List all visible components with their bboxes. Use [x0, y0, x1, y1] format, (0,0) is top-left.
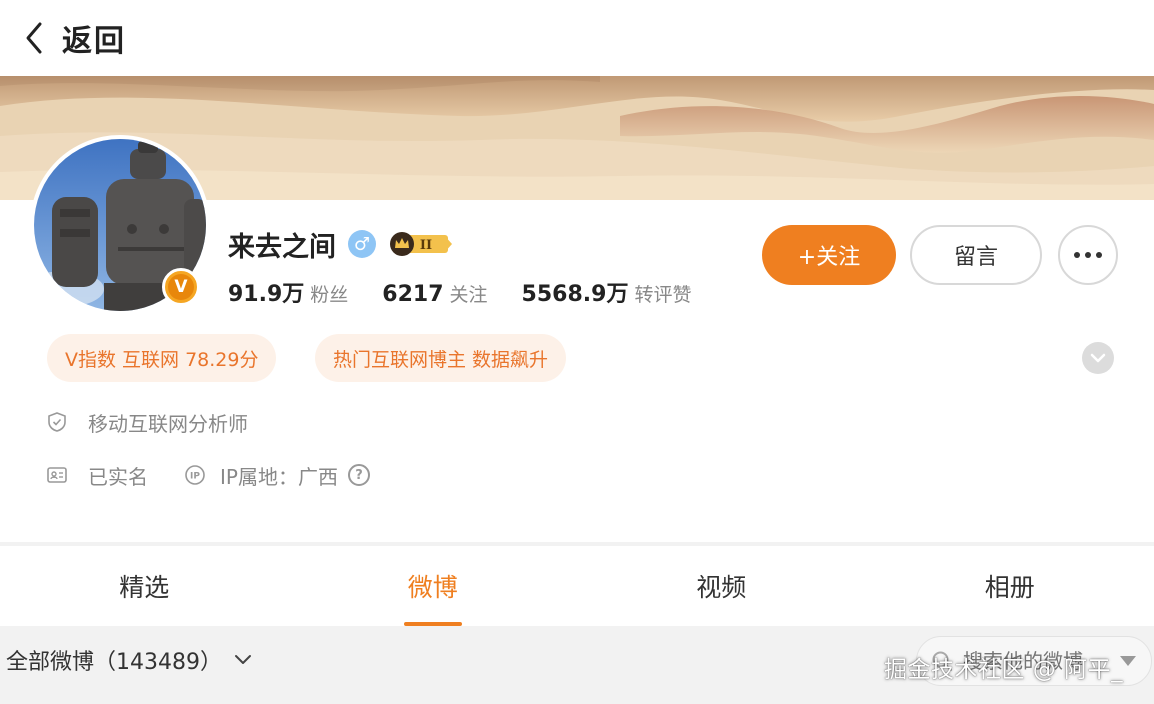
- message-button[interactable]: 留言: [910, 225, 1042, 285]
- help-icon[interactable]: ?: [347, 464, 370, 486]
- tab-bar: 精选 微博 视频 相册: [0, 546, 1154, 626]
- id-card-icon: [47, 467, 67, 483]
- more-dots-icon: [1074, 252, 1102, 258]
- identity-row: 已实名 IP IP属地：广西 ?: [46, 460, 370, 490]
- user-name: 来去之间: [228, 231, 336, 263]
- back-button[interactable]: 返回: [22, 14, 126, 62]
- chevron-down-icon: [234, 655, 251, 664]
- stat-likes[interactable]: 5568.9万 转评赞: [522, 276, 692, 308]
- ip-location-text: IP属地：广西: [220, 464, 338, 489]
- tab-album[interactable]: 相册: [866, 546, 1154, 626]
- tab-weibo[interactable]: 微博: [289, 546, 578, 626]
- verified-text: 已实名: [88, 464, 148, 489]
- watermark-text: 掘金技术社区 @ 阿平_: [884, 657, 1124, 683]
- chevron-down-icon: [1090, 353, 1106, 363]
- stats-row: 91.9万 粉丝 6217 关注 5568.9万 转评赞: [228, 276, 725, 310]
- top-bar: 返回: [0, 0, 1154, 76]
- tab-video[interactable]: 视频: [577, 546, 866, 626]
- more-button[interactable]: [1058, 225, 1118, 285]
- shield-icon: [48, 412, 66, 432]
- name-row: 来去之间 ♂ II: [228, 224, 454, 264]
- ip-location: IP IP属地：广西 ?: [184, 461, 370, 490]
- stat-following[interactable]: 6217 关注: [382, 280, 487, 307]
- tab-featured[interactable]: 精选: [0, 546, 289, 626]
- level-badge-text: II: [420, 238, 432, 253]
- verified-v-icon: V: [168, 274, 194, 300]
- stat-number: 5568.9万: [521, 282, 629, 307]
- description-text: 移动互联网分析师: [88, 411, 248, 436]
- expand-button[interactable]: [1082, 342, 1114, 374]
- stat-fans[interactable]: 91.9万 粉丝: [228, 276, 348, 308]
- stat-number: 6217: [382, 282, 444, 307]
- filter-label: 全部微博（143489）: [6, 650, 222, 675]
- ip-icon: IP: [185, 465, 205, 485]
- verified-badge: V: [162, 268, 200, 306]
- description-row: 移动互联网分析师: [46, 407, 248, 437]
- stat-label: 关注: [449, 284, 488, 306]
- weibo-filter-dropdown[interactable]: 全部微博（143489）: [6, 644, 252, 676]
- male-gender-icon: ♂: [348, 230, 376, 258]
- chevron-left-icon: [26, 22, 42, 54]
- tag-hot-blogger[interactable]: 热门互联网博主 数据飙升: [315, 334, 567, 382]
- svg-text:IP: IP: [190, 472, 200, 482]
- back-label: 返回: [62, 24, 126, 59]
- follow-button[interactable]: +关注: [762, 225, 896, 285]
- stat-label: 转评赞: [634, 284, 692, 306]
- tag-v-index[interactable]: V指数 互联网 78.29分: [47, 334, 277, 382]
- stat-number: 91.9万: [228, 282, 305, 307]
- stat-label: 粉丝: [310, 284, 349, 306]
- crown-level-badge-icon[interactable]: II: [388, 231, 454, 257]
